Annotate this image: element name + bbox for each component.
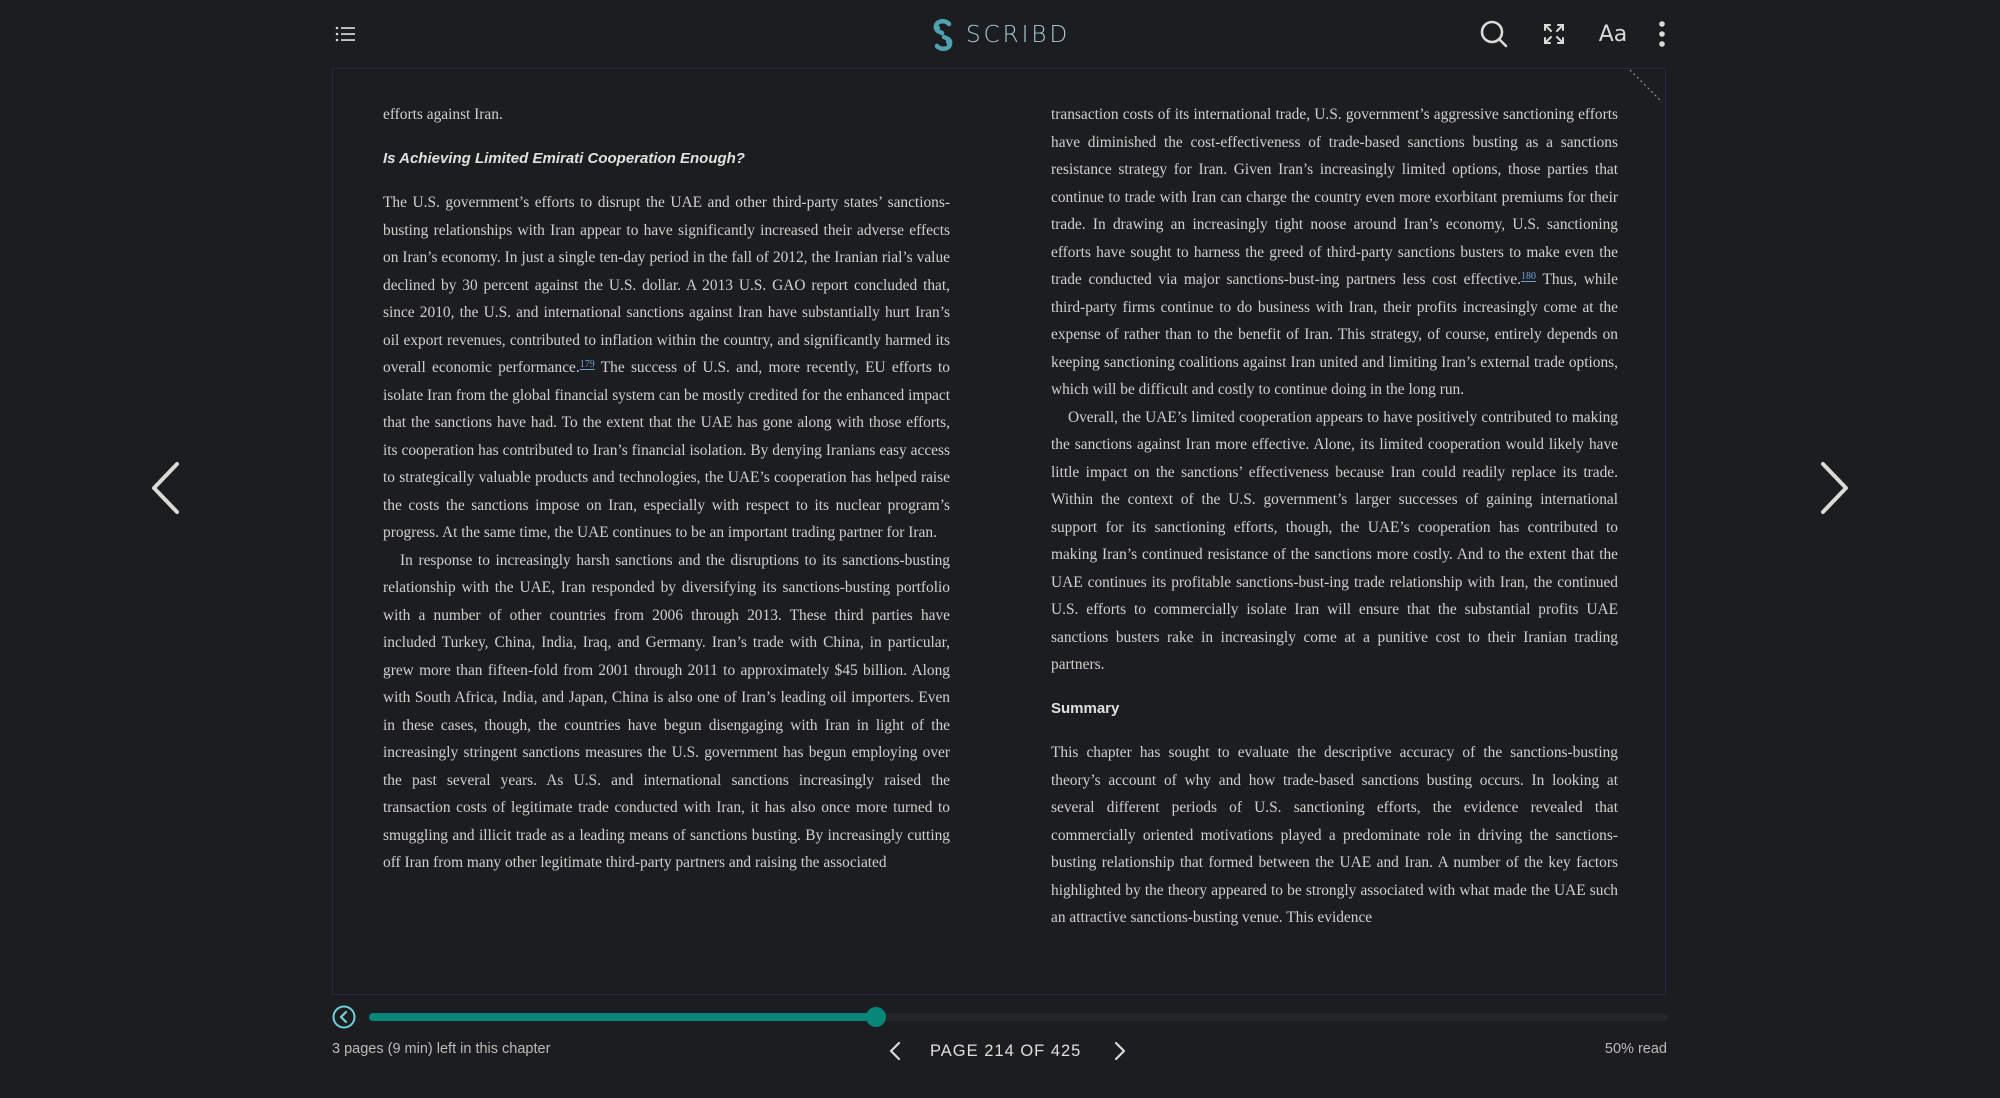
paragraph: transaction costs of its international t… — [1051, 101, 1618, 404]
paragraph-text: transaction costs of its international t… — [1051, 106, 1618, 288]
chevron-left-icon — [889, 1041, 901, 1061]
footnote-link-179[interactable]: 179 — [580, 359, 595, 370]
chevron-left-icon — [152, 462, 179, 514]
paragraph: efforts against Iran. — [383, 106, 503, 123]
progress-thumb[interactable] — [865, 1007, 886, 1027]
fullscreen-button[interactable] — [1540, 18, 1568, 50]
footnote-link-180[interactable]: 180 — [1521, 271, 1536, 282]
progress-slider[interactable] — [369, 1007, 1668, 1027]
search-button[interactable] — [1478, 18, 1510, 50]
list-icon — [335, 26, 355, 42]
return-to-position-button[interactable] — [332, 1005, 356, 1029]
chevron-right-icon — [1115, 1041, 1126, 1061]
font-settings-button[interactable]: Aa — [1596, 18, 1630, 50]
left-column: efforts against Iran. Is Achieving Limit… — [383, 101, 950, 877]
page-prev-button[interactable] — [880, 1036, 910, 1066]
chevron-right-icon — [1821, 462, 1848, 514]
paragraph: The U.S. government’s efforts to disrupt… — [383, 189, 950, 547]
percent-read: 50% read — [1604, 1041, 1667, 1057]
table-of-contents-button[interactable] — [334, 22, 358, 46]
page-navigator: PAGE 214 OF 425 — [880, 1036, 1135, 1066]
paragraph: In response to increasingly harsh sancti… — [383, 551, 950, 872]
back-circle-icon — [332, 1005, 356, 1029]
search-icon — [1480, 20, 1508, 48]
page-next-button[interactable] — [1105, 1036, 1135, 1066]
paragraph: This chapter has sought to evaluate the … — [1051, 744, 1618, 926]
scribd-logo-icon — [933, 19, 953, 51]
page-indicator: PAGE 214 OF 425 — [930, 1041, 1082, 1060]
paragraph-text: Thus, while third-party firms continue t… — [1051, 271, 1618, 398]
paragraph-text: The success of U.S. and, more recently, … — [383, 359, 951, 541]
bookmark-corner-icon[interactable] — [1629, 69, 1665, 105]
next-page-button[interactable] — [1804, 454, 1864, 522]
right-column: transaction costs of its international t… — [1051, 101, 1618, 932]
more-options-button[interactable] — [1652, 18, 1672, 50]
more-vertical-icon — [1659, 21, 1665, 47]
section-heading: Is Achieving Limited Emirati Cooperation… — [383, 150, 745, 167]
paragraph-text: The U.S. government’s efforts to disrupt… — [383, 194, 950, 376]
progress-fill — [369, 1013, 876, 1021]
brand-name: SCRIBD — [966, 22, 1071, 48]
previous-page-button[interactable] — [136, 454, 196, 522]
paragraph: Overall, the UAE’s limited cooperation a… — [1051, 408, 1618, 674]
fullscreen-icon — [1544, 24, 1564, 44]
top-bar: SCRIBD Aa — [0, 0, 2000, 68]
scribd-logo[interactable]: SCRIBD — [930, 17, 1070, 53]
reading-progress — [332, 1004, 1668, 1032]
chapter-remaining: 3 pages (9 min) left in this chapter — [332, 1041, 551, 1057]
section-heading: Summary — [1051, 700, 1120, 717]
